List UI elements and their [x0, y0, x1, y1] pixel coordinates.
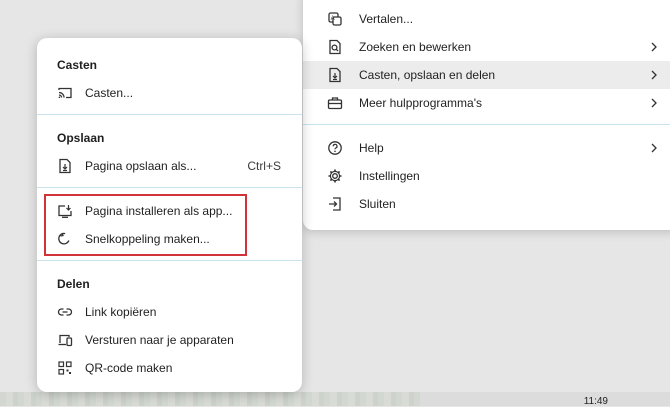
menu-item-label: Casten... — [85, 86, 134, 100]
menu-item-label: Meer hulpprogramma's — [359, 96, 483, 110]
menu-divider — [37, 187, 302, 188]
menu-item-cast-save-share[interactable]: Casten, opslaan en delen — [303, 61, 670, 89]
menu-item-label: Snelkoppeling maken... — [85, 232, 210, 246]
toolbox-icon — [327, 95, 343, 111]
menu-item-label: Sluiten — [359, 197, 396, 211]
taskbar-clock: 11:49 — [583, 396, 608, 407]
background-map — [0, 392, 420, 406]
menu-item-save-page[interactable]: Pagina opslaan als... Ctrl+S — [37, 152, 302, 180]
menu-item-create-shortcut[interactable]: Snelkoppeling maken... — [37, 225, 302, 253]
menu-item-send-to-devices[interactable]: Versturen naar je apparaten — [37, 326, 302, 354]
chevron-right-icon — [649, 98, 659, 108]
menu-item-label: Help — [359, 141, 384, 155]
menu-item-help[interactable]: Help — [303, 134, 670, 162]
menu-item-label: Link kopiëren — [85, 305, 157, 319]
help-icon — [327, 140, 343, 156]
menu-item-qr-code[interactable]: QR-code maken — [37, 354, 302, 382]
menu-divider — [37, 114, 302, 115]
chevron-right-icon — [649, 143, 659, 153]
save-document-icon — [327, 67, 343, 83]
menu-divider — [37, 260, 302, 261]
shortcut-icon — [57, 231, 73, 247]
section-heading-cast: Casten — [57, 58, 98, 72]
menu-item-install-app[interactable]: Pagina installeren als app... — [37, 197, 302, 225]
menu-item-close[interactable]: Sluiten — [303, 190, 670, 218]
taskbar: 11:49 — [0, 392, 670, 407]
menu-item-cast[interactable]: Casten... — [37, 79, 302, 107]
menu-item-label: Pagina opslaan als... — [85, 159, 197, 173]
qr-code-icon — [57, 360, 73, 376]
menu-item-label: Zoeken en bewerken — [359, 40, 472, 54]
gear-icon — [327, 168, 343, 184]
search-document-icon — [327, 39, 343, 55]
section-heading-share: Delen — [57, 277, 90, 291]
menu-item-more-tools[interactable]: Meer hulpprogramma's — [303, 89, 670, 117]
cast-save-share-submenu: Casten Casten... Opslaan Pagina opslaan … — [37, 38, 302, 392]
exit-icon — [327, 196, 343, 212]
chevron-right-icon — [649, 42, 659, 52]
menu-item-copy-link[interactable]: Link kopiëren — [37, 298, 302, 326]
translate-icon: A — [327, 11, 343, 27]
menu-item-label: QR-code maken — [85, 361, 173, 375]
menu-item-label: Pagina installeren als app... — [85, 204, 233, 218]
menu-item-label: Versturen naar je apparaten — [85, 333, 234, 347]
menu-item-settings[interactable]: Instellingen — [303, 162, 670, 190]
cast-icon — [57, 85, 73, 101]
menu-item-find-edit[interactable]: Zoeken en bewerken — [303, 33, 670, 61]
browser-main-menu: A Vertalen... Zoeken en bewerken Casten,… — [303, 0, 670, 230]
menu-item-label: Casten, opslaan en delen — [359, 68, 496, 82]
install-app-icon — [57, 203, 73, 219]
svg-text:A: A — [331, 16, 335, 22]
menu-divider — [303, 124, 670, 125]
menu-item-label: Vertalen... — [359, 12, 414, 26]
menu-item-label: Instellingen — [359, 169, 420, 183]
devices-icon — [57, 332, 73, 348]
keyboard-shortcut: Ctrl+S — [247, 159, 281, 173]
menu-item-translate[interactable]: A Vertalen... — [303, 5, 670, 33]
link-icon — [57, 304, 73, 320]
chevron-right-icon — [649, 70, 659, 80]
section-heading-save: Opslaan — [57, 131, 105, 145]
save-page-icon — [57, 158, 73, 174]
